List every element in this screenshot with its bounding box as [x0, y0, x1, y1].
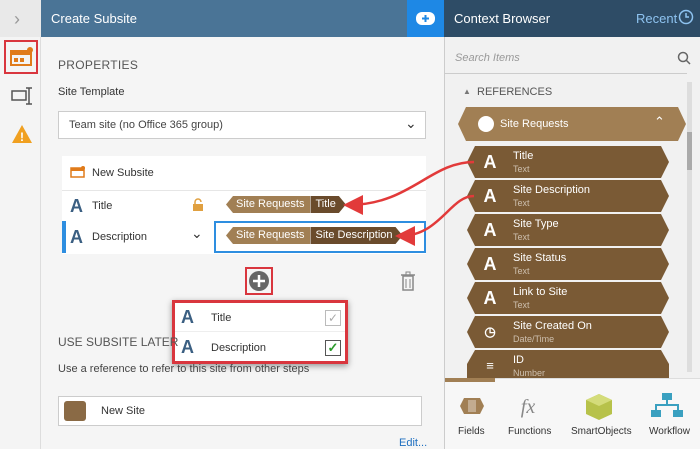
popup-item-description[interactable]: A Description ✓ — [175, 333, 345, 362]
site-template-label: Site Template — [58, 86, 125, 98]
site-template-value: Team site (no Office 365 group) — [69, 119, 223, 131]
text-type-icon: A — [181, 337, 194, 357]
chevron-down-icon[interactable]: ⌄ — [191, 225, 203, 242]
properties-heading: PROPERTIES — [58, 58, 139, 72]
page-title: Create Subsite — [51, 11, 137, 26]
add-button[interactable] — [407, 0, 444, 37]
new-subsite-icon — [70, 165, 86, 182]
rail-top — [0, 0, 41, 37]
reference-name: Site Type — [513, 218, 559, 230]
search-box[interactable]: Search Items — [445, 45, 695, 71]
context-title: Context Browser — [454, 11, 551, 26]
recent-link[interactable]: Recent — [636, 11, 677, 26]
row-title-label: Title — [92, 200, 113, 212]
scrollbar-thumb[interactable] — [687, 132, 692, 170]
reference-name: Title — [513, 150, 534, 162]
text-type-icon: A — [483, 186, 497, 206]
list-icon — [478, 116, 494, 132]
reference-item[interactable]: A Title Text — [467, 146, 669, 178]
functions-icon[interactable]: fx — [508, 391, 548, 421]
workflow-icon[interactable] — [647, 391, 687, 421]
reference-type: Text — [513, 266, 530, 276]
reference-item[interactable]: A Link to Site Text — [467, 282, 669, 314]
clock-icon[interactable] — [678, 9, 694, 28]
tab-functions[interactable]: Functions — [508, 426, 551, 437]
ref-field: Site Description — [310, 227, 402, 244]
popup-item-label: Description — [211, 342, 267, 354]
add-property-button[interactable] — [245, 267, 273, 295]
active-tab-indicator — [445, 378, 495, 382]
reference-name: Site Status — [513, 252, 567, 264]
svg-text:fx: fx — [521, 396, 536, 418]
number-list-icon: ≡ — [486, 358, 494, 373]
reference-name: Site Description — [513, 184, 591, 196]
search-placeholder: Search Items — [455, 52, 520, 64]
text-field-icon[interactable] — [11, 86, 33, 109]
ref-source: Site Requests — [226, 196, 311, 213]
reference-item[interactable]: ◷ Site Created On Date/Time — [467, 316, 669, 348]
reference-item[interactable]: A Site Status Text — [467, 248, 669, 280]
site-icon — [64, 401, 86, 421]
text-type-icon: A — [483, 152, 497, 172]
text-type-icon: A — [70, 196, 83, 216]
reference-name: ID — [513, 354, 524, 366]
calendar-clock-icon: ◷ — [484, 324, 496, 339]
row-description-label: Description — [92, 231, 148, 243]
tab-smartobjects[interactable]: SmartObjects — [571, 426, 632, 437]
title-reference-tag[interactable]: Site Requests Title — [226, 196, 346, 213]
reference-type: Text — [513, 164, 530, 174]
lock-icon — [192, 198, 204, 215]
references-heading: REFERENCES — [477, 86, 553, 98]
property-picker-popup: A Title ✓ A Description ✓ — [172, 300, 348, 364]
checkbox-checked[interactable]: ✓ — [325, 340, 341, 356]
expand-chevron-icon[interactable]: › — [14, 9, 20, 30]
text-type-icon: A — [483, 220, 497, 240]
tab-workflow[interactable]: Workflow — [649, 426, 690, 437]
reference-type: Text — [513, 232, 530, 242]
divider — [62, 190, 426, 191]
trash-icon[interactable] — [400, 271, 416, 294]
use-later-description: Use a reference to refer to this site fr… — [58, 363, 310, 375]
reference-type: Date/Time — [513, 334, 555, 344]
reference-name: Link to Site — [513, 286, 568, 298]
collapse-triangle-icon[interactable]: ▲ — [463, 87, 471, 96]
reference-item[interactable]: A Site Description Text — [467, 180, 669, 212]
tab-fields[interactable]: Fields — [458, 426, 485, 437]
new-site-label: New Site — [101, 405, 146, 417]
description-reference-tag[interactable]: Site Requests Site Description — [226, 227, 403, 244]
text-type-icon: A — [70, 227, 83, 247]
text-type-icon: A — [483, 254, 497, 274]
new-site-reference[interactable]: New Site — [58, 396, 422, 426]
edit-link[interactable]: Edit... — [399, 437, 427, 449]
reference-name: Site Created On — [513, 320, 592, 332]
group-label: Site Requests — [500, 118, 569, 130]
reference-item[interactable]: ≡ ID Number — [467, 350, 669, 378]
ref-source: Site Requests — [226, 227, 311, 244]
text-type-icon: A — [483, 288, 497, 308]
popup-item-title[interactable]: A Title ✓ — [175, 303, 345, 332]
fields-icon[interactable] — [452, 391, 492, 421]
svg-text:!: ! — [20, 130, 24, 144]
subsite-icon[interactable] — [4, 40, 38, 74]
text-type-icon: A — [181, 307, 194, 327]
reference-item[interactable]: A Site Type Text — [467, 214, 669, 246]
site-requests-group[interactable]: Site Requests ⌃ — [458, 107, 686, 141]
reference-type: Text — [513, 198, 530, 208]
use-later-heading: USE SUBSITE LATER — [58, 335, 179, 349]
ref-field: Title — [310, 196, 345, 213]
site-template-select[interactable]: Team site (no Office 365 group) ⌄ — [58, 111, 426, 139]
smartobjects-icon[interactable] — [579, 391, 619, 421]
chevron-down-icon: ⌄ — [405, 115, 417, 131]
new-subsite-label: New Subsite — [92, 167, 154, 179]
reference-type: Text — [513, 300, 530, 310]
divider — [445, 73, 687, 74]
chevron-up-icon[interactable]: ⌃ — [654, 114, 665, 130]
reference-type: Number — [513, 368, 546, 378]
checkbox-checked-disabled[interactable]: ✓ — [325, 310, 341, 326]
warning-icon[interactable]: ! — [11, 124, 33, 147]
scrollbar-track[interactable] — [687, 82, 692, 372]
popup-item-label: Title — [211, 312, 232, 324]
